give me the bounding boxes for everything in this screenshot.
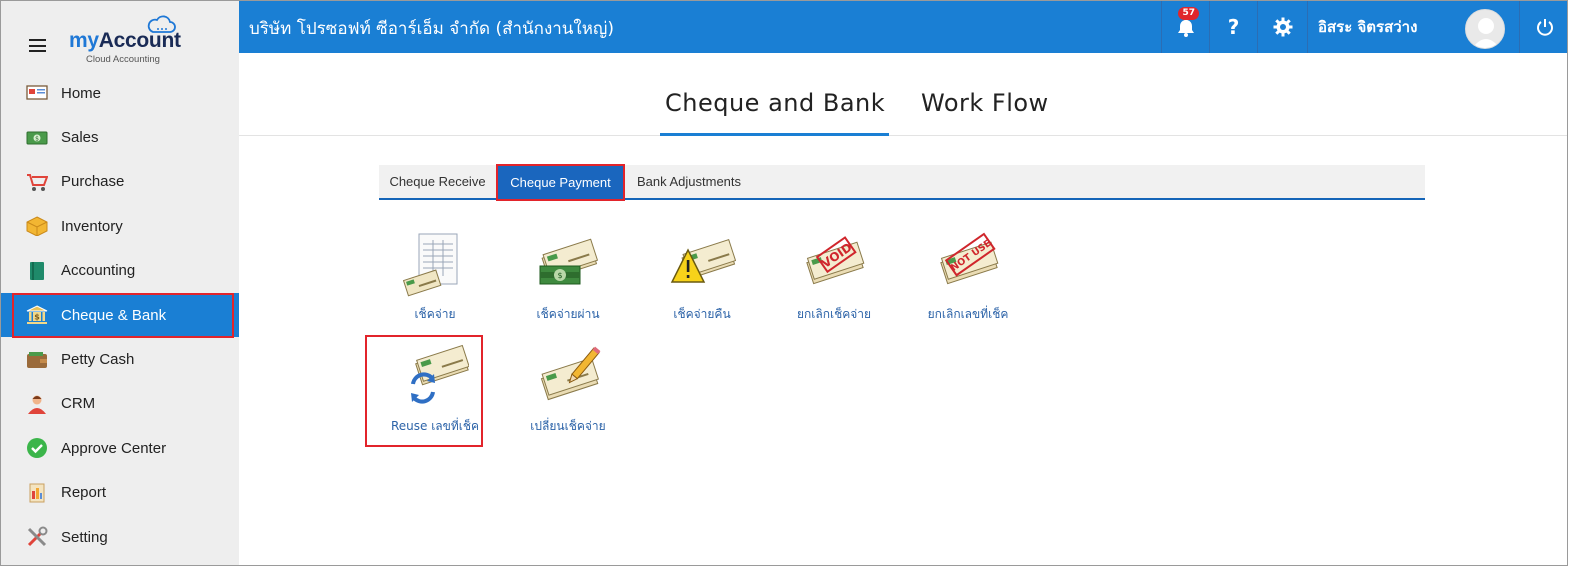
item-cancel-cheque-number[interactable]: NOT USE ยกเลิกเลขที่เช็ค: [903, 232, 1033, 332]
company-name[interactable]: บริษัท โปรซอฟท์ ซีอาร์เอ็ม จำกัด (สำนักง…: [249, 15, 614, 42]
cheque-warning-icon: [670, 238, 736, 283]
sidebar-item-inventory[interactable]: Inventory: [1, 204, 239, 248]
cart-icon: [26, 172, 48, 192]
tools-icon: [26, 526, 48, 547]
settings-button[interactable]: [1257, 1, 1307, 53]
top-bar: บริษัท โปรซอฟท์ ซีอาร์เอ็ม จำกัด (สำนักง…: [239, 1, 1567, 53]
sub-tabs: Cheque Receive Cheque Payment Bank Adjus…: [379, 164, 1425, 201]
notification-badge: 57: [1178, 7, 1199, 20]
sidebar-item-crm[interactable]: CRM: [1, 382, 239, 426]
box-icon: [26, 216, 48, 237]
item-label: เช็คจ่ายผ่าน: [536, 307, 600, 321]
svg-text:$: $: [34, 313, 40, 322]
sidebar-item-sales[interactable]: $ Sales: [1, 115, 239, 159]
item-reuse-cheque-number[interactable]: Reuse เลขที่เช็ค: [365, 335, 500, 447]
tab-cheque-receive[interactable]: Cheque Receive: [379, 165, 496, 198]
item-label: เช็คจ่ายคืน: [673, 307, 731, 321]
svg-text:$: $: [35, 135, 39, 142]
tab-cheque-payment[interactable]: Cheque Payment: [496, 164, 625, 201]
money-icon: $: [26, 128, 48, 148]
cheque-not-use-icon: NOT USE: [940, 232, 999, 285]
sidebar-item-purchase[interactable]: Purchase: [1, 160, 239, 204]
sidebar-item-petty-cash[interactable]: Petty Cash: [1, 337, 239, 381]
cheque-cash-icon: $: [539, 238, 599, 285]
wallet-icon: [26, 350, 48, 370]
item-cheque-paid-through[interactable]: $ เช็คจ่ายผ่าน: [503, 232, 633, 332]
help-button[interactable]: ?: [1209, 1, 1257, 53]
user-avatar-icon: [1472, 18, 1500, 48]
item-cheque-returned[interactable]: เช็คจ่ายคืน: [637, 232, 767, 332]
sidebar-item-report[interactable]: Report: [1, 471, 239, 515]
svg-text:$: $: [557, 271, 562, 280]
item-label: เปลี่ยนเช็คจ่าย: [530, 419, 606, 433]
hamburger-menu-icon[interactable]: [29, 39, 46, 52]
main-tabs: Cheque and Bank Work Flow: [239, 53, 1567, 136]
tab-bank-adjustments[interactable]: Bank Adjustments: [625, 165, 753, 198]
cheque-document-icon: [403, 233, 458, 297]
tab-cheque-and-bank[interactable]: Cheque and Bank: [659, 89, 890, 136]
cheque-edit-icon: [540, 346, 601, 401]
gear-icon: [1273, 17, 1292, 37]
app-logo[interactable]: myAccount Cloud Accounting: [69, 15, 194, 67]
report-icon: [26, 483, 48, 503]
brand-area: myAccount Cloud Accounting: [1, 1, 239, 73]
sidebar-nav: Home $ Sales Purchase Inventory Accounti…: [1, 71, 239, 559]
check-circle-icon: [26, 438, 48, 459]
home-icon: [26, 83, 48, 103]
avatar[interactable]: [1465, 9, 1505, 49]
logout-button[interactable]: [1519, 1, 1567, 53]
user-name[interactable]: อิสระ จิตรสว่าง: [1307, 1, 1457, 53]
sidebar: myAccount Cloud Accounting Home $ Sales …: [1, 1, 239, 565]
sidebar-item-approve-center[interactable]: Approve Center: [1, 426, 239, 470]
logo-subtitle: Cloud Accounting: [86, 54, 160, 65]
item-label: Reuse เลขที่เช็ค: [390, 419, 480, 433]
item-label: ยกเลิกเช็คจ่าย: [796, 307, 872, 321]
people-icon: [26, 394, 48, 414]
cheque-reuse-icon: [411, 344, 469, 404]
notification-button[interactable]: 57: [1161, 1, 1209, 53]
item-cancel-cheque-payment[interactable]: VOID ยกเลิกเช็คจ่าย: [769, 232, 899, 332]
sidebar-item-cheque-bank[interactable]: $ Cheque & Bank: [1, 292, 239, 339]
sidebar-item-setting[interactable]: Setting: [1, 515, 239, 559]
power-icon: [1536, 19, 1553, 36]
logo-text: myAccount: [69, 29, 181, 52]
cheque-void-icon: VOID: [806, 236, 865, 285]
bank-icon: $: [26, 305, 48, 325]
book-icon: [26, 261, 48, 281]
tab-work-flow[interactable]: Work Flow: [921, 89, 1049, 117]
app-window: myAccount Cloud Accounting Home $ Sales …: [0, 0, 1568, 566]
item-change-cheque-payment[interactable]: เปลี่ยนเช็คจ่าย: [503, 344, 633, 444]
help-icon: ?: [1227, 15, 1240, 39]
item-label: เช็คจ่าย: [414, 307, 456, 321]
sidebar-item-home[interactable]: Home: [1, 71, 239, 115]
item-label: ยกเลิกเลขที่เช็ค: [927, 307, 1009, 321]
item-cheque-payment[interactable]: เช็คจ่าย: [370, 232, 500, 332]
sidebar-item-accounting[interactable]: Accounting: [1, 249, 239, 293]
bell-icon: [1177, 18, 1194, 37]
